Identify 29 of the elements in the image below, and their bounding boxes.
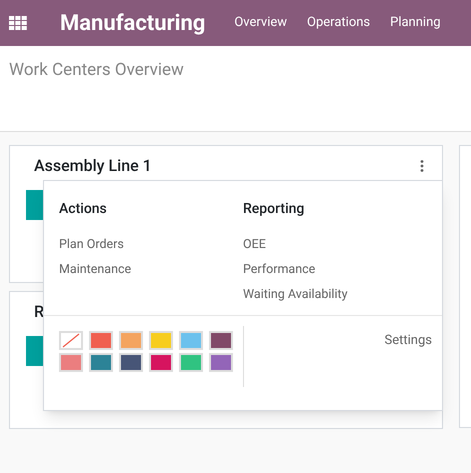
section-heading: Actions	[59, 200, 108, 219]
nav-menu-item[interactable]: Planning	[390, 13, 441, 33]
color-swatch[interactable]	[89, 353, 113, 372]
color-swatch[interactable]	[179, 353, 203, 372]
color-swatch[interactable]	[59, 353, 83, 372]
no-color-swatch[interactable]	[59, 331, 83, 350]
color-swatch[interactable]	[119, 353, 143, 372]
dropdown-menu-item[interactable]: Waiting Availability	[243, 282, 427, 307]
section-heading: Reporting	[243, 200, 306, 219]
breadcrumb-title: Work Centers Overview	[9, 60, 184, 80]
settings-link[interactable]: Settings	[384, 331, 432, 350]
color-swatch[interactable]	[149, 353, 173, 372]
color-swatch[interactable]	[209, 331, 233, 350]
card-title: Assembly Line 1	[33, 155, 152, 177]
dropdown-menu-item[interactable]: OEE	[243, 232, 427, 257]
color-swatch[interactable]	[119, 331, 143, 350]
color-swatch[interactable]	[149, 331, 173, 350]
app-title: Manufacturing	[60, 10, 206, 38]
color-swatch[interactable]	[179, 331, 203, 350]
nav-menu-item[interactable]: Overview	[234, 13, 288, 33]
apps-menu-icon[interactable]	[9, 16, 27, 30]
card-title: R	[33, 301, 44, 323]
color-swatch[interactable]	[209, 353, 233, 372]
dropdown-menu-item[interactable]: Performance	[243, 257, 427, 282]
color-swatch[interactable]	[89, 331, 113, 350]
dropdown-menu-item[interactable]: Plan Orders	[59, 232, 243, 257]
dropdown-menu-item[interactable]: Maintenance	[59, 257, 243, 282]
nav-menu-item[interactable]: Operations	[307, 13, 370, 33]
kebab-menu-icon[interactable]	[420, 160, 424, 172]
